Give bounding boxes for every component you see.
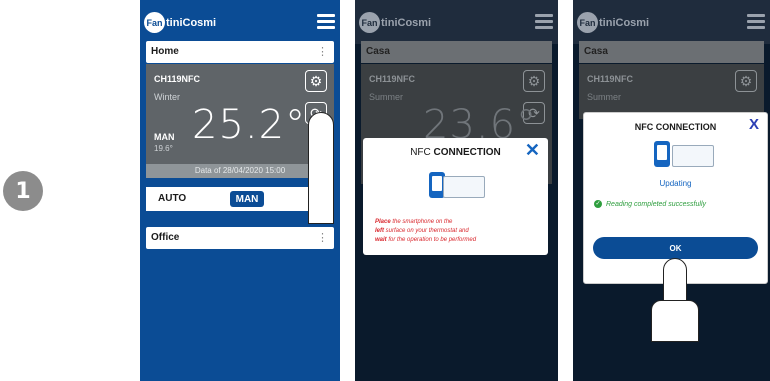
section-casa-label: Casa	[584, 46, 608, 57]
app-header: Fan tiniCosmi	[140, 0, 340, 44]
thermostat-name: CH119NFC	[154, 74, 201, 84]
temperature-reading: 25.2°	[192, 102, 307, 148]
nfc-instructions: Place the smartphone on the left surface…	[375, 219, 477, 243]
logo-badge: Fan	[577, 12, 598, 33]
brand-logo: Fan tiniCosmi	[359, 12, 431, 33]
hamburger-menu-icon[interactable]	[317, 14, 335, 29]
section-office[interactable]: Office ⋮	[146, 227, 334, 249]
season-label: Summer	[587, 92, 622, 102]
section-home[interactable]: Home ⋮	[146, 41, 334, 63]
hamburger-menu-icon	[747, 14, 765, 29]
nfc-connection-dialog: NFC CONNECTION ✕ Place the smartphone on…	[363, 138, 548, 255]
logo-text: tiniCosmi	[599, 16, 650, 29]
app-header: Fan tiniCosmi	[355, 0, 558, 44]
last-update-date: Data of 28/04/2020 15:00	[146, 164, 334, 178]
phone-screen-home: Fan tiniCosmi Home ⋮ CH119NFC Winter ⚙ ⟳…	[140, 0, 340, 381]
section-office-label: Office	[151, 232, 180, 243]
hamburger-menu-icon	[535, 14, 553, 29]
settings-gear-icon[interactable]: ⚙	[305, 70, 327, 92]
phone-screen-nfc-success: Fan tiniCosmi Casa CH119NFC Summer ⚙ NFC…	[573, 0, 770, 381]
auto-mode-button[interactable]: AUTO	[158, 193, 186, 204]
settings-gear-icon: ⚙	[735, 70, 757, 92]
app-header: Fan tiniCosmi	[573, 0, 770, 44]
thermostat-name: CH119NFC	[369, 74, 416, 84]
season-label: Summer	[369, 92, 404, 102]
close-icon[interactable]: ✕	[525, 140, 540, 161]
thermostat-card: CH119NFC Summer ⚙	[579, 64, 764, 119]
setpoint-value: 19.6°	[154, 144, 173, 153]
kebab-menu-icon[interactable]: ⋮	[317, 45, 328, 58]
brand-logo: Fan tiniCosmi	[577, 12, 649, 33]
mode-selector: AUTO MAN	[146, 187, 334, 211]
thermostat-card[interactable]: CH119NFC Winter ⚙ ⟳ MAN 19.6° 25.2° Data…	[146, 64, 334, 178]
close-icon[interactable]: X	[749, 116, 759, 133]
updating-status: Updating	[659, 179, 692, 188]
section-casa-label: Casa	[366, 46, 390, 57]
brand-logo: Fan tiniCosmi	[144, 12, 216, 33]
season-label: Winter	[154, 92, 181, 102]
section-casa: Casa	[361, 41, 552, 63]
mode-label: MAN	[154, 132, 175, 142]
step-number-badge: 1	[3, 171, 43, 211]
logo-badge: Fan	[359, 12, 380, 33]
logo-badge: Fan	[144, 12, 165, 33]
ok-button[interactable]: OK	[593, 237, 758, 259]
logo-text: tiniCosmi	[381, 16, 432, 29]
success-text: Reading completed successfully	[606, 200, 706, 208]
section-casa: Casa	[579, 41, 764, 63]
man-mode-button[interactable]: MAN	[230, 191, 264, 207]
thermostat-name: CH119NFC	[587, 74, 634, 84]
logo-text: tiniCosmi	[166, 16, 217, 29]
check-circle-icon: ✓	[594, 200, 602, 208]
dialog-title: NFC CONNECTION	[634, 122, 717, 132]
section-home-label: Home	[151, 46, 179, 57]
kebab-menu-icon[interactable]: ⋮	[317, 231, 328, 244]
dialog-title: NFC CONNECTION	[410, 147, 501, 158]
phone-screen-nfc-prompt: Fan tiniCosmi Casa CH119NFC Summer ⚙ ⟳ 2…	[355, 0, 558, 381]
settings-gear-icon: ⚙	[523, 70, 545, 92]
success-message: ✓ Reading completed successfully	[594, 200, 706, 208]
